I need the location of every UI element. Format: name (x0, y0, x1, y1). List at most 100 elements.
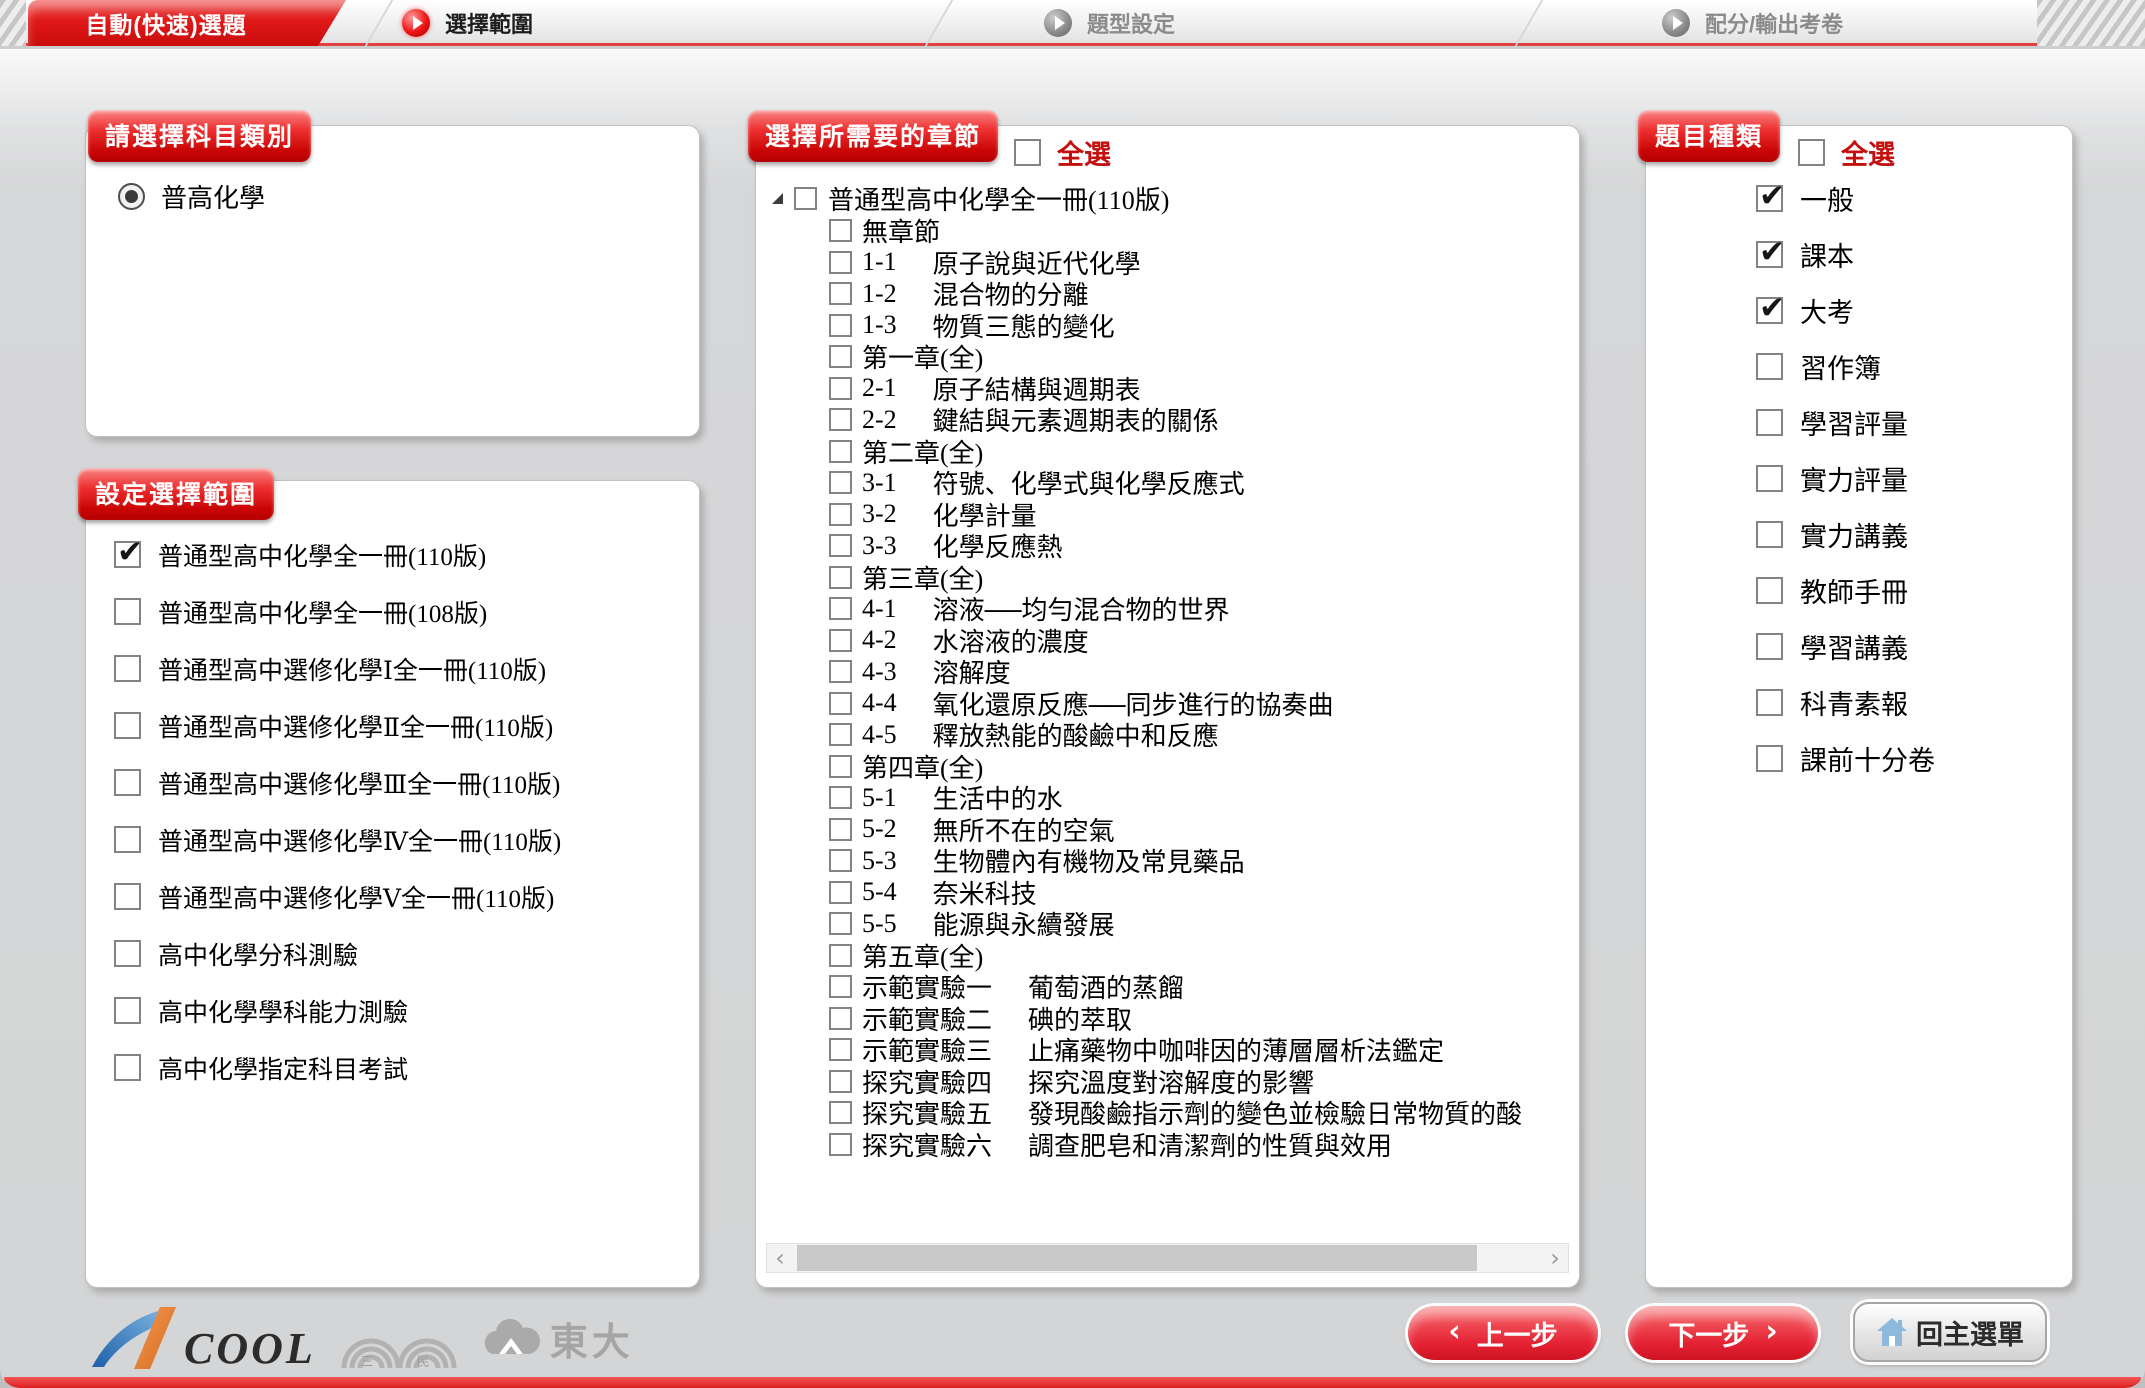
tree-item-checkbox[interactable] (829, 377, 852, 400)
question-types-badge: 題目種類 (1638, 110, 1780, 162)
subject-category-panel: 普高化學 (85, 125, 700, 437)
range-item-checkbox[interactable] (114, 883, 141, 910)
types-select-all-checkbox[interactable] (1798, 139, 1825, 166)
tree-item-checkbox[interactable] (829, 503, 852, 526)
sanmin-logo: 三 民 (338, 1306, 460, 1370)
range-item-checkbox[interactable] (114, 598, 141, 625)
tree-item-checkbox[interactable] (829, 881, 852, 904)
range-list-item: 普通型高中化學全一冊(110版) (86, 526, 699, 583)
range-item-checkbox[interactable] (114, 769, 141, 796)
tree-item-checkbox[interactable] (829, 692, 852, 715)
tree-item-checkbox[interactable] (829, 975, 852, 998)
tree-item-checkbox[interactable] (829, 629, 852, 652)
tree-row: 示範實驗一 葡萄酒的蒸餾 (829, 971, 1522, 1003)
tree-item-checkbox[interactable] (829, 818, 852, 841)
play-icon (402, 9, 430, 37)
tree-root-checkbox[interactable] (794, 187, 817, 210)
subject-radio[interactable] (118, 183, 145, 210)
range-list-item: 普通型高中選修化學Ⅳ全一冊(110版) (86, 811, 699, 868)
types-item-checkbox[interactable] (1756, 521, 1783, 548)
tree-item-checkbox[interactable] (829, 1070, 852, 1093)
tree-item-checkbox[interactable] (829, 1133, 852, 1156)
horizontal-scrollbar[interactable]: ‹ › (766, 1243, 1569, 1273)
previous-step-button[interactable]: ‹ 上一步 (1408, 1306, 1598, 1360)
tab-question-type-settings[interactable]: 題型設定 (1044, 0, 1175, 46)
range-item-checkbox[interactable] (114, 655, 141, 682)
tree-item-checkbox[interactable] (829, 440, 852, 463)
tree-item-checkbox[interactable] (829, 912, 852, 935)
tree-children: 無章節 1-1 原子說與近代化學 1-2 混合物的分離 (772, 215, 1522, 1160)
next-step-button[interactable]: 下一步 › (1628, 1306, 1818, 1360)
tree-item-checkbox[interactable] (829, 849, 852, 872)
range-item-checkbox[interactable] (114, 712, 141, 739)
types-item-checkbox[interactable] (1756, 241, 1783, 268)
range-item-checkbox[interactable] (114, 541, 141, 568)
tree-item-checkbox[interactable] (829, 1038, 852, 1061)
tree-row: 第三章(全) (829, 562, 1522, 594)
tree-item-checkbox[interactable] (829, 314, 852, 337)
return-main-menu-button[interactable]: 回主選單 (1853, 1302, 2047, 1362)
tab-auto-quick-select[interactable]: 自動(快速)選題 (28, 0, 346, 46)
range-item-label: 普通型高中選修化學Ⅱ全一冊(110版) (158, 708, 553, 744)
tree-item-number: 3-1 (862, 468, 897, 498)
types-item-label: 實力講義 (1800, 515, 1908, 554)
tree-item-checkbox[interactable] (829, 219, 852, 242)
tree-item-number: 4-4 (862, 688, 897, 718)
scroll-right-icon[interactable]: › (1542, 1244, 1568, 1272)
tree-item-number: 1-2 (862, 279, 897, 309)
types-item-checkbox[interactable] (1756, 185, 1783, 212)
range-item-checkbox[interactable] (114, 940, 141, 967)
range-item-checkbox[interactable] (114, 997, 141, 1024)
tree-row: 5-1 生活中的水 (829, 782, 1522, 814)
tree-item-checkbox[interactable] (829, 345, 852, 368)
tree-item-checkbox[interactable] (829, 723, 852, 746)
types-item-checkbox[interactable] (1756, 633, 1783, 660)
range-item-label: 普通型高中選修化學Ⅳ全一冊(110版) (158, 822, 561, 858)
scroll-left-icon[interactable]: ‹ (767, 1244, 793, 1272)
chapters-select-all-checkbox[interactable] (1014, 139, 1041, 166)
tree-item-checkbox[interactable] (829, 1101, 852, 1124)
step-tab-bar: 自動(快速)選題 選擇範圍 題型設定 配分/輸出考卷 (0, 0, 2145, 46)
tree-row: 3-1 符號、化學式與化學反應式 (829, 467, 1522, 499)
tree-item-checkbox[interactable] (829, 534, 852, 557)
range-item-checkbox[interactable] (114, 826, 141, 853)
tab-score-output[interactable]: 配分/輸出考卷 (1662, 0, 1843, 46)
types-item-checkbox[interactable] (1756, 297, 1783, 324)
tree-item-checkbox[interactable] (829, 251, 852, 274)
tree-item-checkbox[interactable] (829, 282, 852, 305)
play-icon (1044, 9, 1072, 37)
tree-item-checkbox[interactable] (829, 786, 852, 809)
tree-row: 3-2 化學計量 (829, 499, 1522, 531)
types-list-item: 實力評量 (1646, 450, 2072, 506)
tab-divider (1515, 0, 1544, 46)
range-item-label: 普通型高中選修化學Ⅰ全一冊(110版) (158, 651, 546, 687)
chevron-right-icon: › (1765, 1314, 1777, 1349)
tree-item-checkbox[interactable] (829, 597, 852, 620)
types-list-item: 習作簿 (1646, 338, 2072, 394)
expand-arrow-icon[interactable] (772, 193, 783, 204)
tree-item-number: 5-3 (862, 846, 897, 876)
range-item-label: 普通型高中選修化學Ⅴ全一冊(110版) (158, 879, 554, 915)
tree-item-checkbox[interactable] (829, 471, 852, 494)
types-list-item: 教師手冊 (1646, 562, 2072, 618)
dongda-logo-text: 東大 (550, 1311, 634, 1366)
types-item-checkbox[interactable] (1756, 689, 1783, 716)
range-item-checkbox[interactable] (114, 1054, 141, 1081)
chapters-panel: 全選 普通型高中化學全一冊(110版) 無章節 (755, 125, 1580, 1288)
range-item-label: 高中化學分科測驗 (158, 936, 358, 972)
types-item-checkbox[interactable] (1756, 353, 1783, 380)
types-item-checkbox[interactable] (1756, 465, 1783, 492)
tree-item-checkbox[interactable] (829, 660, 852, 683)
types-item-checkbox[interactable] (1756, 409, 1783, 436)
tree-item-checkbox[interactable] (829, 1007, 852, 1030)
question-types-panel: 全選 一般 課本 大考 (1645, 125, 2073, 1288)
types-item-checkbox[interactable] (1756, 577, 1783, 604)
tab-select-range[interactable]: 選擇範圍 (402, 0, 533, 46)
types-item-checkbox[interactable] (1756, 745, 1783, 772)
tree-item-checkbox[interactable] (829, 944, 852, 967)
tree-item-checkbox[interactable] (829, 408, 852, 431)
tree-item-checkbox[interactable] (829, 755, 852, 778)
tree-row: 4-4 氧化還原反應──同步進行的協奏曲 (829, 688, 1522, 720)
tree-item-checkbox[interactable] (829, 566, 852, 589)
scrollbar-thumb[interactable] (797, 1245, 1477, 1271)
